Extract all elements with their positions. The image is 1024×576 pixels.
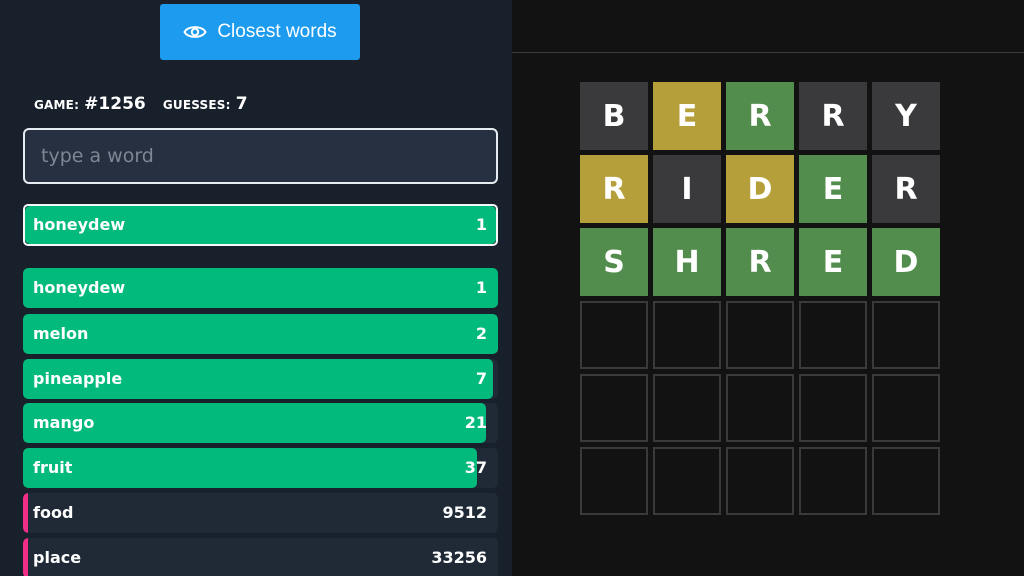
guess-word: pineapple <box>33 369 123 388</box>
guess-word: mango <box>33 413 95 432</box>
distance-marker <box>23 493 28 533</box>
empty-tile <box>872 374 940 442</box>
letter-tile: H <box>653 228 721 296</box>
closest-words-label: Closest words <box>217 21 337 42</box>
empty-tile <box>653 301 721 369</box>
distance-marker <box>23 538 28 576</box>
similarity-bar <box>23 448 477 488</box>
letter-tile: D <box>872 228 940 296</box>
guess-word: honeydew <box>33 278 126 297</box>
guess-row: place 33256 <box>23 538 498 576</box>
guess-rank: 37 <box>464 458 487 477</box>
empty-tile <box>726 374 794 442</box>
empty-tile <box>653 447 721 515</box>
empty-tile <box>799 374 867 442</box>
wordle-panel: BERRYRIDERSHRED <box>512 0 1024 576</box>
letter-tile: B <box>580 82 648 150</box>
empty-tile <box>726 447 794 515</box>
guess-rank: 2 <box>475 324 487 343</box>
last-guess-row: honeydew 1 <box>23 204 498 246</box>
empty-tile <box>726 301 794 369</box>
letter-tile: R <box>580 155 648 223</box>
closest-words-button[interactable]: Closest words <box>160 4 360 60</box>
guess-word: food <box>33 503 74 522</box>
word-input[interactable] <box>23 128 498 184</box>
empty-tile <box>799 301 867 369</box>
guess-row: honeydew 1 <box>23 268 498 308</box>
guess-row: melon 2 <box>23 314 498 354</box>
guess-rank: 1 <box>475 278 487 297</box>
guesses-label: GUESSES: <box>162 98 231 112</box>
letter-tile: S <box>580 228 648 296</box>
letter-tile: R <box>799 82 867 150</box>
guess-rank: 21 <box>464 413 487 432</box>
guess-rank: 33256 <box>431 548 487 567</box>
guess-word: place <box>33 548 82 567</box>
guesses-count: 7 <box>235 94 248 114</box>
header-divider <box>512 52 1024 53</box>
guess-row: mango 21 <box>23 403 498 443</box>
letter-tile: Y <box>872 82 940 150</box>
contexto-panel: Closest words GAME: #1256 GUESSES: 7 hon… <box>0 0 512 576</box>
guess-rank: 7 <box>475 369 487 388</box>
guess-word: fruit <box>33 458 73 477</box>
letter-tile: R <box>726 82 794 150</box>
letter-tile: D <box>726 155 794 223</box>
letter-tile: R <box>872 155 940 223</box>
empty-tile <box>580 447 648 515</box>
eye-icon <box>183 26 207 38</box>
empty-tile <box>580 301 648 369</box>
guess-rank: 1 <box>475 215 487 234</box>
letter-tile: E <box>653 82 721 150</box>
guess-word: honeydew <box>33 215 126 234</box>
guess-rank: 9512 <box>442 503 487 522</box>
empty-tile <box>872 447 940 515</box>
letter-tile: I <box>653 155 721 223</box>
empty-tile <box>580 374 648 442</box>
empty-tile <box>799 447 867 515</box>
empty-tile <box>872 301 940 369</box>
similarity-bar <box>23 314 498 354</box>
guess-row: food 9512 <box>23 493 498 533</box>
guess-row: fruit 37 <box>23 448 498 488</box>
game-number: #1256 <box>84 94 146 114</box>
guess-row: pineapple 7 <box>23 359 498 399</box>
game-info: GAME: #1256 GUESSES: 7 <box>34 94 260 114</box>
letter-tile: E <box>799 155 867 223</box>
guess-word: melon <box>33 324 89 343</box>
game-label: GAME: <box>34 98 80 112</box>
letter-tile: E <box>799 228 867 296</box>
letter-tile: R <box>726 228 794 296</box>
empty-tile <box>653 374 721 442</box>
